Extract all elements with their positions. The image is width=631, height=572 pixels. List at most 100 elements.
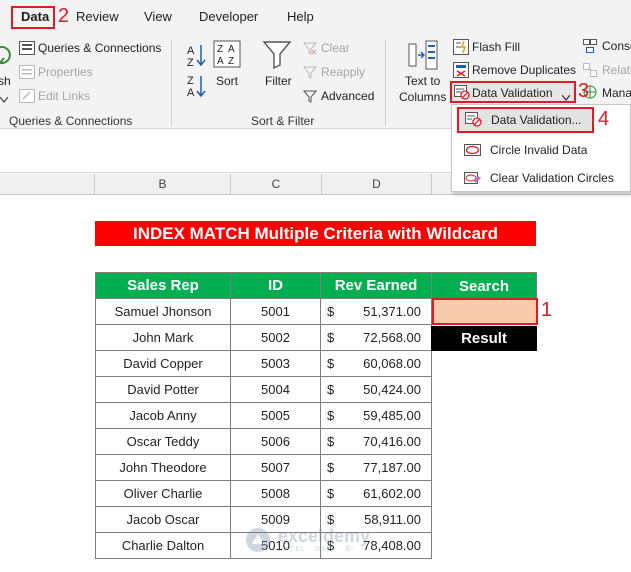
advanced-filter-icon xyxy=(302,89,318,106)
rev-earned-cell[interactable]: $59,485.00 xyxy=(320,402,432,429)
text-to-label[interactable]: Text to xyxy=(405,74,440,88)
table-row: Jacob Oscar 5009 $58,911.00 xyxy=(95,506,432,533)
sales-rep-cell[interactable]: David Copper xyxy=(95,350,231,377)
sales-rep-cell[interactable]: Charlie Dalton xyxy=(95,532,231,559)
rev-earned-cell[interactable]: $72,568.00 xyxy=(320,324,432,351)
remove-duplicates-button[interactable]: Remove Duplicates xyxy=(472,63,576,77)
result-header[interactable]: Result xyxy=(431,326,537,351)
search-header[interactable]: Search xyxy=(431,272,537,299)
filter-icon[interactable] xyxy=(262,39,292,72)
search-input-cell[interactable] xyxy=(432,298,538,325)
data-validation-button[interactable]: Data Validation xyxy=(450,81,576,103)
id-header[interactable]: ID xyxy=(230,272,321,299)
menu-item-clear-validation-circles[interactable]: Clear Validation Circles xyxy=(452,165,631,191)
rev-earned-cell[interactable]: $78,408.00 xyxy=(320,532,432,559)
id-cell[interactable]: 5001 xyxy=(230,298,321,325)
sales-rep-cell[interactable]: Jacob Anny xyxy=(95,402,231,429)
id-cell[interactable]: 5004 xyxy=(230,376,321,403)
tab-help[interactable]: Help xyxy=(287,9,314,24)
manage-data-model-button[interactable]: Mana xyxy=(602,86,631,100)
id-cell[interactable]: 5010 xyxy=(230,532,321,559)
rev-earned-cell[interactable]: $60,068.00 xyxy=(320,350,432,377)
tab-data[interactable]: Data xyxy=(21,9,49,24)
tab-view[interactable]: View xyxy=(144,9,172,24)
column-header-d[interactable]: D xyxy=(322,177,431,191)
sort-az-icon[interactable]: A Z Z A xyxy=(185,42,207,101)
sales-rep-cell[interactable]: David Potter xyxy=(95,376,231,403)
rev-earned-cell[interactable]: $77,187.00 xyxy=(320,454,432,481)
id-cell[interactable]: 5008 xyxy=(230,480,321,507)
sales-rep-cell[interactable]: John Mark xyxy=(95,324,231,351)
chevron-down-icon xyxy=(561,90,571,104)
rev-earned-cell[interactable]: $50,424.00 xyxy=(320,376,432,403)
rev-earned-value: $70,416.00 xyxy=(321,434,431,449)
currency-symbol: $ xyxy=(327,434,335,449)
menu-item-data-validation[interactable]: Data Validation... xyxy=(457,107,594,133)
relationships-icon xyxy=(583,63,597,80)
flash-fill-button[interactable]: Flash Fill xyxy=(472,40,520,54)
amount: 72,568.00 xyxy=(363,330,421,345)
advanced-button[interactable]: Advanced xyxy=(321,89,374,103)
table-row: Charlie Dalton 5010 $78,408.00 xyxy=(95,532,432,559)
chevron-down-icon[interactable] xyxy=(0,92,9,106)
sales-rep-cell[interactable]: Samuel Jhonson xyxy=(95,298,231,325)
column-header-b[interactable]: B xyxy=(95,177,230,191)
id-cell[interactable]: 5009 xyxy=(230,506,321,533)
id-cell[interactable]: 5007 xyxy=(230,454,321,481)
svg-text:A: A xyxy=(187,45,195,57)
edit-links-button[interactable]: Edit Links xyxy=(38,89,90,103)
sales-rep-cell[interactable]: Jacob Oscar xyxy=(95,506,231,533)
id-cell[interactable]: 5003 xyxy=(230,350,321,377)
columns-label[interactable]: Columns xyxy=(399,90,446,104)
rev-earned-header[interactable]: Rev Earned xyxy=(320,272,432,299)
sales-rep-header[interactable]: Sales Rep xyxy=(95,272,231,299)
refresh-all-label[interactable]: sh xyxy=(0,74,11,88)
clear-validation-circles-icon xyxy=(464,170,482,189)
clear-button[interactable]: Clear xyxy=(321,41,350,55)
tab-developer[interactable]: Developer xyxy=(199,9,258,24)
menu-item-label: Circle Invalid Data xyxy=(490,143,588,157)
data-validation-icon xyxy=(454,85,470,103)
sales-rep-cell[interactable]: Oliver Charlie xyxy=(95,480,231,507)
step-number-4: 4 xyxy=(598,108,610,130)
menu-item-label: Data Validation... xyxy=(491,113,582,127)
column-header-c[interactable]: C xyxy=(231,177,321,191)
table-row: David Copper 5003 $60,068.00 xyxy=(95,350,432,377)
currency-symbol: $ xyxy=(327,512,335,527)
relationships-button[interactable]: Relati xyxy=(602,63,631,77)
id-cell[interactable]: 5005 xyxy=(230,402,321,429)
text-to-columns-icon[interactable] xyxy=(407,40,439,73)
amount: 77,187.00 xyxy=(363,460,421,475)
sales-table: Sales Rep ID Rev Earned Samuel Jhonson 50… xyxy=(95,272,432,559)
rev-earned-value: $61,602.00 xyxy=(321,486,431,501)
edit-links-icon xyxy=(19,89,35,106)
rev-earned-value: $51,371.00 xyxy=(321,304,431,319)
queries-connections-button[interactable]: Queries & Connections xyxy=(38,41,161,55)
consolidate-button[interactable]: Conso xyxy=(602,39,631,53)
queries-group-label: Queries & Connections xyxy=(9,114,133,128)
currency-symbol: $ xyxy=(327,382,335,397)
tab-review[interactable]: Review xyxy=(76,9,119,24)
sales-rep-cell[interactable]: Oscar Teddy xyxy=(95,428,231,455)
id-cell[interactable]: 5002 xyxy=(230,324,321,351)
currency-symbol: $ xyxy=(327,486,335,501)
svg-text:Z: Z xyxy=(217,44,223,55)
filter-button[interactable]: Filter xyxy=(265,74,292,88)
sort-icon[interactable]: Z A A Z xyxy=(213,40,241,71)
rev-earned-cell[interactable]: $70,416.00 xyxy=(320,428,432,455)
table-body: Samuel Jhonson 5001 $51,371.00 John Mark 500… xyxy=(95,298,432,559)
svg-text:Z: Z xyxy=(187,75,194,87)
table-row: John Mark 5002 $72,568.00 xyxy=(95,324,432,351)
queries-connections-icon xyxy=(19,41,35,58)
menu-item-circle-invalid-data[interactable]: Circle Invalid Data xyxy=(452,137,631,163)
rev-earned-cell[interactable]: $51,371.00 xyxy=(320,298,432,325)
svg-text:A: A xyxy=(187,87,195,98)
refresh-icon[interactable] xyxy=(0,42,12,73)
reapply-button[interactable]: Reapply xyxy=(321,65,365,79)
sales-rep-cell[interactable]: John Theodore xyxy=(95,454,231,481)
rev-earned-cell[interactable]: $58,911.00 xyxy=(320,506,432,533)
sort-button[interactable]: Sort xyxy=(216,74,238,88)
rev-earned-cell[interactable]: $61,602.00 xyxy=(320,480,432,507)
id-cell[interactable]: 5006 xyxy=(230,428,321,455)
properties-button[interactable]: Properties xyxy=(38,65,93,79)
